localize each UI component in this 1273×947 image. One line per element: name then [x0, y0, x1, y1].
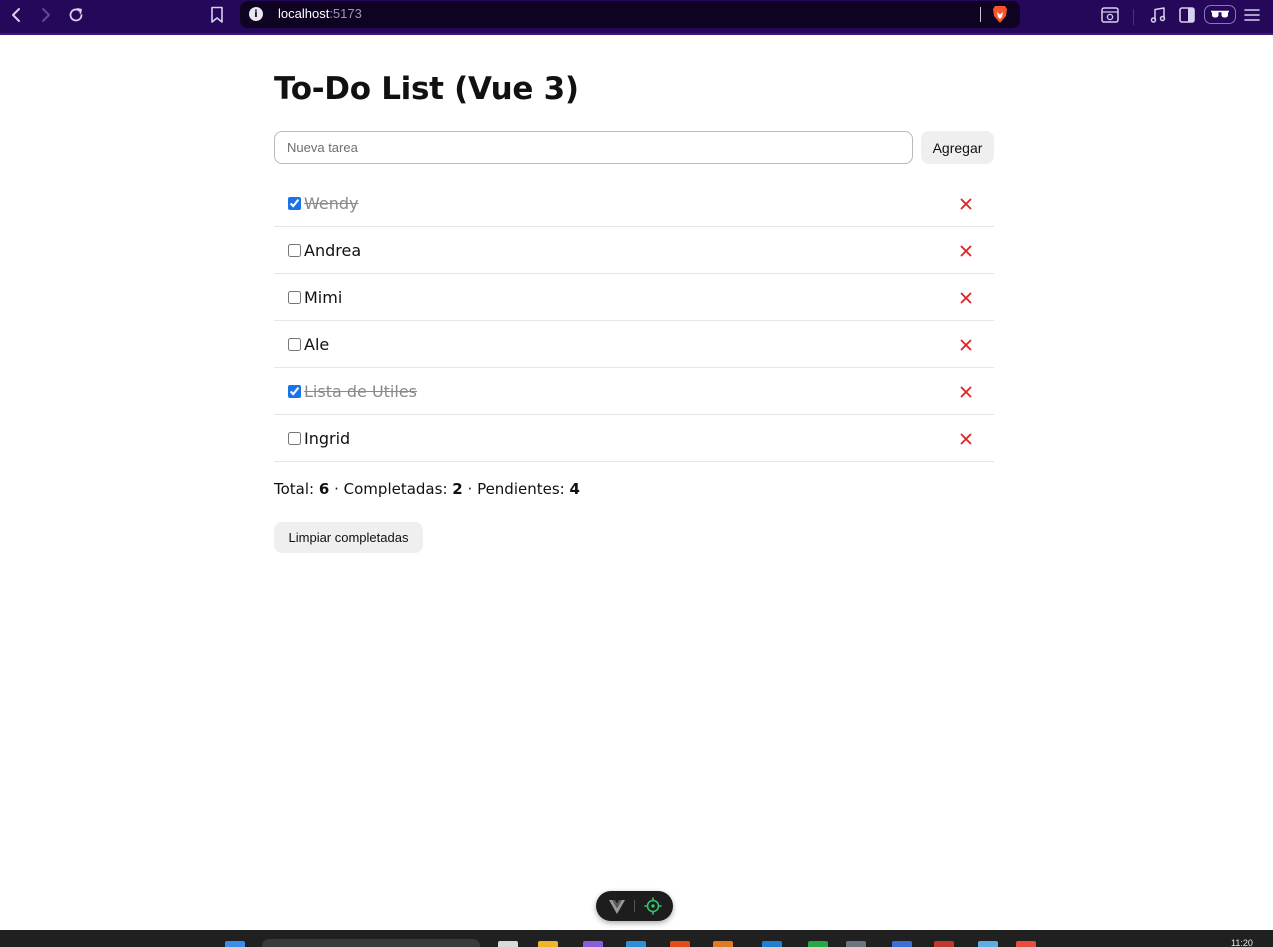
- vue-logo-icon[interactable]: [609, 899, 625, 918]
- taskbar-app-icon[interactable]: [626, 941, 646, 947]
- taskbar-app-icon[interactable]: [846, 941, 866, 947]
- completed-label: Completadas:: [343, 480, 448, 498]
- task-item: Ale: [274, 321, 994, 368]
- toolbar-separator: [1133, 9, 1134, 25]
- task-text: Ale: [304, 335, 330, 354]
- delete-task-button[interactable]: [955, 336, 977, 354]
- brave-taskbar-icon[interactable]: [670, 941, 690, 947]
- total-label: Total:: [274, 480, 315, 498]
- taskbar-app-icon[interactable]: [762, 941, 782, 947]
- address-bar[interactable]: i localhost:5173: [240, 1, 1020, 28]
- devtools-divider: [634, 900, 635, 912]
- reload-icon[interactable]: [63, 3, 89, 27]
- task-done-checkbox[interactable]: [288, 432, 301, 445]
- task-text: Mimi: [304, 288, 343, 307]
- delete-x-icon: [960, 433, 972, 445]
- taskbar-app-icon[interactable]: [713, 941, 733, 947]
- delete-task-button[interactable]: [955, 195, 977, 213]
- url-host: localhost: [278, 6, 330, 21]
- info-icon[interactable]: i: [249, 7, 263, 21]
- vue-devtools-pill[interactable]: [596, 891, 673, 921]
- sidebar-icon[interactable]: [1174, 3, 1200, 27]
- task-text: Ingrid: [304, 429, 351, 448]
- taskbar-app-icon[interactable]: [498, 941, 518, 947]
- task-done-checkbox[interactable]: [288, 244, 301, 257]
- delete-x-icon: [960, 339, 972, 351]
- delete-x-icon: [960, 386, 972, 398]
- task-list: Wendy Andrea Mimi Ale Lista de Utiles Ingrid: [274, 180, 994, 462]
- task-done-checkbox[interactable]: [288, 197, 301, 210]
- taskbar-app-icon[interactable]: [808, 941, 828, 947]
- task-item: Lista de Utiles: [274, 368, 994, 415]
- task-done-checkbox[interactable]: [288, 385, 301, 398]
- taskbar-app-icon[interactable]: [978, 941, 998, 947]
- browser-toolbar: i localhost:5173: [0, 0, 1273, 35]
- task-text: Lista de Utiles: [304, 382, 417, 401]
- delete-task-button[interactable]: [955, 430, 977, 448]
- pending-label: Pendientes:: [477, 480, 565, 498]
- add-button[interactable]: Agregar: [921, 131, 994, 164]
- task-text: Wendy: [304, 194, 359, 213]
- private-glasses-icon[interactable]: [1204, 5, 1236, 24]
- delete-task-button[interactable]: [955, 383, 977, 401]
- brave-lion-icon[interactable]: [992, 5, 1008, 28]
- menu-icon[interactable]: [1239, 3, 1265, 27]
- task-done-checkbox[interactable]: [288, 338, 301, 351]
- task-summary: Total: 6 · Completadas: 2 · Pendientes: …: [274, 480, 580, 498]
- taskbar-app-icon[interactable]: [1016, 941, 1036, 947]
- task-text: Andrea: [304, 241, 362, 260]
- add-task-row: Agregar: [274, 131, 994, 164]
- summary-separator: ·: [467, 480, 473, 498]
- taskbar-app-icon[interactable]: [583, 941, 603, 947]
- page-title: To-Do List (Vue 3): [274, 71, 579, 107]
- task-item: Andrea: [274, 227, 994, 274]
- taskbar-app-icon[interactable]: [934, 941, 954, 947]
- completed-count: 2: [452, 480, 463, 498]
- taskbar-app-icon[interactable]: [892, 941, 912, 947]
- taskbar-search[interactable]: [262, 939, 480, 947]
- task-item: Mimi: [274, 274, 994, 321]
- pending-count: 4: [569, 480, 580, 498]
- delete-x-icon: [960, 245, 972, 257]
- url-port: :5173: [329, 6, 362, 21]
- clear-completed-button[interactable]: Limpiar completadas: [274, 522, 423, 553]
- inspect-target-icon[interactable]: [644, 897, 662, 919]
- delete-x-icon: [960, 292, 972, 304]
- music-icon[interactable]: [1145, 3, 1171, 27]
- summary-separator: ·: [334, 480, 339, 498]
- delete-task-button[interactable]: [955, 289, 977, 307]
- back-icon[interactable]: [3, 3, 29, 27]
- url-text[interactable]: localhost:5173: [278, 6, 362, 21]
- delete-task-button[interactable]: [955, 242, 977, 260]
- start-icon[interactable]: [225, 941, 245, 947]
- task-item: Ingrid: [274, 415, 994, 462]
- taskbar-clock: 11:20: [1231, 938, 1253, 947]
- url-divider: [980, 7, 981, 22]
- forward-icon[interactable]: [33, 3, 59, 27]
- screenshot-icon[interactable]: [1097, 3, 1123, 27]
- delete-x-icon: [960, 198, 972, 210]
- new-task-input[interactable]: [274, 131, 913, 164]
- task-item: Wendy: [274, 180, 994, 227]
- folder-icon[interactable]: [538, 941, 558, 947]
- bookmark-icon[interactable]: [204, 3, 230, 27]
- os-taskbar: 11:20: [0, 930, 1273, 947]
- task-done-checkbox[interactable]: [288, 291, 301, 304]
- total-count: 6: [318, 480, 330, 498]
